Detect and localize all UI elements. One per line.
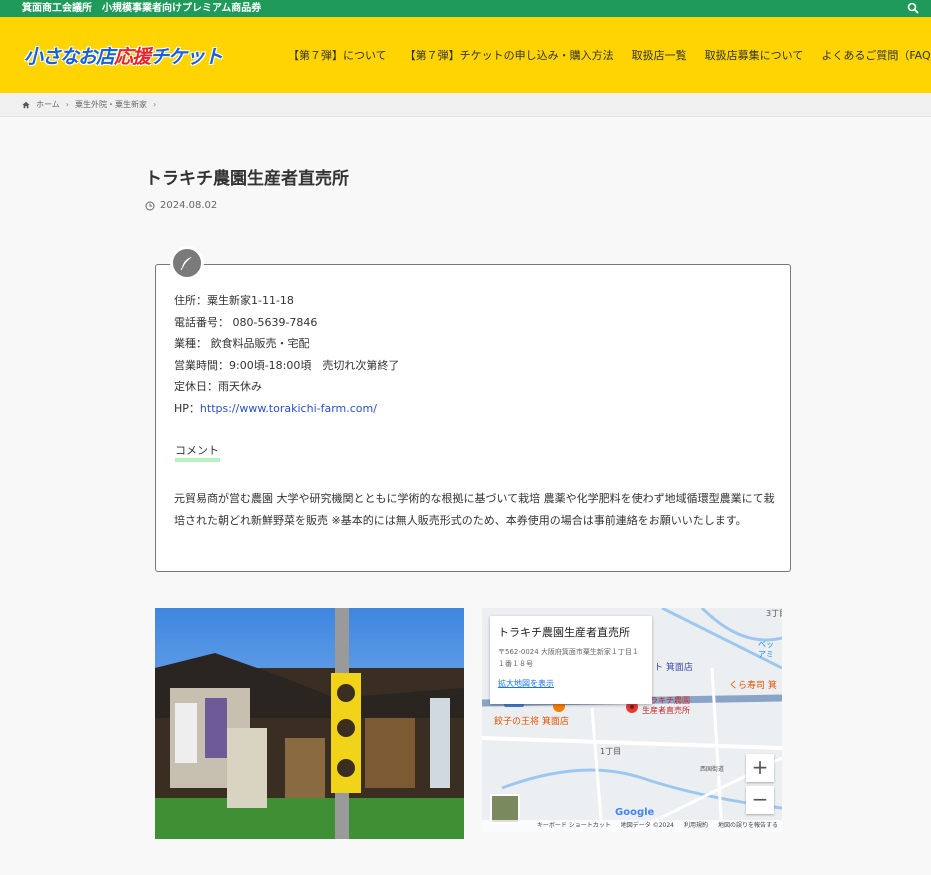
zoom-in-button[interactable]: + xyxy=(746,754,774,782)
store-photo xyxy=(155,608,464,839)
store-hp-label: HP： xyxy=(174,401,200,415)
breadcrumb-home[interactable]: ホーム xyxy=(36,93,60,117)
chevron-right-icon: › xyxy=(65,99,69,109)
store-hp-link[interactable]: https://www.torakichi-farm.com/ xyxy=(200,402,377,415)
map-footer: キーボード ショートカット 地図データ ©2024 利用規約 地図の誤りを報告す… xyxy=(482,820,782,832)
map-label-kura: くら寿司 箕 xyxy=(729,681,777,691)
map-label-bell: ベッ アミ xyxy=(758,640,774,659)
map-card-address: 〒562-0024 大阪府箕面市粟生新家１丁目１１番１８号 xyxy=(498,648,639,668)
nav-item-stores[interactable]: 取扱店一覧 xyxy=(632,47,687,63)
search-icon[interactable] xyxy=(907,2,919,14)
map-data-credit: 地図データ ©2024 xyxy=(620,822,674,829)
map-label-store: ト 箕面店 xyxy=(654,663,693,673)
store-business: 業種： 飲食料品販売・宅配 xyxy=(174,337,310,351)
site-logo[interactable]: 小さなお店応援チケット xyxy=(24,42,223,69)
chevron-right-icon: › xyxy=(152,99,157,109)
map-label-gyoza: 餃子の王将 箕面店 xyxy=(494,717,569,727)
nav-item-about[interactable]: 【第７弾】について xyxy=(288,47,387,63)
breadcrumb: ホーム › 粟生外院・粟生新家 › xyxy=(0,93,931,117)
map-keyboard-shortcuts[interactable]: キーボード ショートカット xyxy=(537,820,611,832)
nav-item-purchase[interactable]: 【第７弾】チケットの申し込み・購入方法 xyxy=(405,47,614,63)
pen-icon xyxy=(170,246,204,280)
logo-text-accent: 応援 xyxy=(114,46,151,68)
map-enlarge-link[interactable]: 拡大地図を表示 xyxy=(498,678,644,689)
post-date: 2024.08.02 xyxy=(145,200,217,211)
logo-text-main: 小さなお店 xyxy=(24,46,115,68)
site-header: 小さなお店応援チケット 【第７弾】について 【第７弾】チケットの申し込み・購入方… xyxy=(0,17,931,93)
map-label-3chome: 3丁目 xyxy=(766,609,782,618)
page-title: トラキチ農園生産者直売所 xyxy=(145,169,349,189)
map-info-card: トラキチ農園生産者直売所 〒562-0024 大阪府箕面市粟生新家１丁目１１番１… xyxy=(490,616,652,704)
top-bar: 箕面商工会議所 小規模事業者向けプレミアム商品券 xyxy=(0,0,931,17)
home-icon xyxy=(22,101,30,108)
store-hp: HP：https://www.torakichi-farm.com/ xyxy=(174,398,399,420)
google-logo: Google xyxy=(615,807,655,818)
zoom-out-button[interactable]: − xyxy=(746,786,774,814)
store-phone: 電話番号： 080-5639-7846 xyxy=(174,315,318,329)
nav-item-recruit[interactable]: 取扱店募集について xyxy=(705,47,804,63)
store-address: 住所：粟生新家1-11-18 xyxy=(174,294,294,307)
map-label-1chome: 1丁目 xyxy=(600,747,622,756)
comment-text: 元貿易商が営む農園 大学や研究機関とともに学術的な根拠に基づいて栽培 農薬や化学… xyxy=(174,492,775,527)
clock-icon xyxy=(145,201,155,210)
map-card-title: トラキチ農園生産者直売所 xyxy=(498,626,630,639)
post-date-text: 2024.08.02 xyxy=(160,200,218,211)
comment-label: コメント xyxy=(175,444,220,462)
map-terms-link[interactable]: 利用規約 xyxy=(684,820,708,832)
breadcrumb-category[interactable]: 粟生外院・粟生新家 xyxy=(75,93,147,117)
logo-text-tail: チケット xyxy=(150,46,223,68)
map-label-nishi: 西国街道 xyxy=(700,766,725,773)
top-bar-text: 箕面商工会議所 小規模事業者向けプレミアム商品券 xyxy=(22,3,262,14)
store-hours: 営業時間：9:00頃-18:00頃 売切れ次第終了 xyxy=(174,358,400,372)
main-nav: 【第７弾】について 【第７弾】チケットの申し込み・購入方法 取扱店一覧 取扱店募… xyxy=(288,47,931,63)
map-report-link[interactable]: 地図の誤りを報告する xyxy=(718,820,778,832)
store-holiday: 定休日：雨天休み xyxy=(174,380,262,394)
store-info: 住所：粟生新家1-11-18 電話番号： 080-5639-7846 業種： 飲… xyxy=(174,290,399,420)
nav-item-faq[interactable]: よくあるご質問（FAQ） xyxy=(821,47,931,63)
google-map[interactable]: トラキチ農園 生産者直売所 餃子の王将 箕面店 くら寿司 箕 ト 箕面店 1丁目… xyxy=(482,608,782,832)
